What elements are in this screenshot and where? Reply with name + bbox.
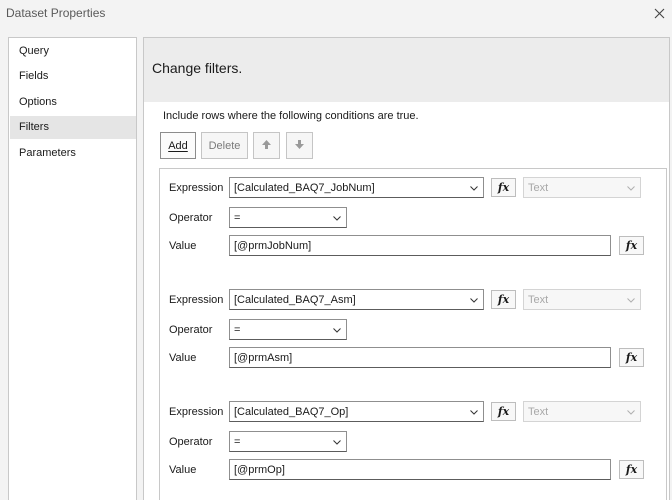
move-down-button[interactable] bbox=[286, 132, 313, 159]
title-bar: Dataset Properties bbox=[0, 0, 672, 28]
arrow-down-icon bbox=[294, 139, 305, 153]
sidebar-item-options[interactable]: Options bbox=[10, 91, 136, 114]
expression-fx-button[interactable]: fx bbox=[491, 402, 516, 421]
expression-label: Expression bbox=[169, 182, 224, 194]
operator-value: = bbox=[234, 323, 241, 336]
delete-button[interactable]: Delete bbox=[201, 132, 248, 159]
add-button[interactable]: Add bbox=[160, 132, 196, 159]
type-select[interactable]: Text bbox=[523, 289, 641, 310]
panel-header: Change filters. bbox=[144, 38, 669, 102]
value-fx-button[interactable]: fx bbox=[619, 460, 644, 479]
chevron-down-icon bbox=[626, 407, 636, 417]
sidebar-item-query[interactable]: Query bbox=[10, 40, 136, 63]
main-panel: Change filters. Include rows where the f… bbox=[143, 37, 670, 500]
sidebar: Query Fields Options Filters Parameters bbox=[8, 37, 137, 500]
value-fx-button[interactable]: fx bbox=[619, 348, 644, 367]
expression-fx-button[interactable]: fx bbox=[491, 290, 516, 309]
operator-value: = bbox=[234, 435, 241, 448]
operator-value: = bbox=[234, 211, 241, 224]
value-label: Value bbox=[169, 352, 197, 364]
expression-value: [Calculated_BAQ7_JobNum] bbox=[234, 181, 375, 194]
chevron-down-icon bbox=[332, 325, 342, 335]
sidebar-item-parameters[interactable]: Parameters bbox=[10, 142, 136, 165]
delete-button-label: Delete bbox=[208, 139, 241, 152]
move-up-button[interactable] bbox=[253, 132, 280, 159]
expression-value: [Calculated_BAQ7_Op] bbox=[234, 405, 349, 418]
value-input[interactable]: [@prmOp] bbox=[229, 459, 611, 480]
expression-select[interactable]: [Calculated_BAQ7_Op] bbox=[229, 401, 484, 422]
window-title: Dataset Properties bbox=[6, 6, 106, 20]
expression-label: Expression bbox=[169, 294, 224, 306]
chevron-down-icon bbox=[332, 437, 342, 447]
type-value: Text bbox=[528, 181, 549, 194]
add-button-label: Add bbox=[168, 139, 188, 152]
value-text: [@prmJobNum] bbox=[234, 239, 312, 252]
expression-label: Expression bbox=[169, 406, 224, 418]
value-label: Value bbox=[169, 240, 197, 252]
sidebar-item-fields[interactable]: Fields bbox=[10, 65, 136, 88]
type-select[interactable]: Text bbox=[523, 177, 641, 198]
value-text: [@prmAsm] bbox=[234, 351, 293, 364]
operator-label: Operator bbox=[169, 212, 213, 224]
chevron-down-icon bbox=[469, 295, 479, 305]
type-select[interactable]: Text bbox=[523, 401, 641, 422]
operator-label: Operator bbox=[169, 436, 213, 448]
type-value: Text bbox=[528, 293, 549, 306]
expression-select[interactable]: [Calculated_BAQ7_Asm] bbox=[229, 289, 484, 310]
operator-select[interactable]: = bbox=[229, 207, 347, 228]
operator-select[interactable]: = bbox=[229, 319, 347, 340]
value-input[interactable]: [@prmJobNum] bbox=[229, 235, 611, 256]
chevron-down-icon bbox=[469, 407, 479, 417]
expression-fx-button[interactable]: fx bbox=[491, 178, 516, 197]
chevron-down-icon bbox=[626, 295, 636, 305]
expression-value: [Calculated_BAQ7_Asm] bbox=[234, 293, 356, 306]
filter-list: Expression [Calculated_BAQ7_JobNum] fx T… bbox=[159, 168, 667, 500]
arrow-up-icon bbox=[261, 139, 272, 153]
filter-hint: Include rows where the following conditi… bbox=[163, 110, 419, 122]
chevron-down-icon bbox=[469, 183, 479, 193]
value-fx-button[interactable]: fx bbox=[619, 236, 644, 255]
expression-select[interactable]: [Calculated_BAQ7_JobNum] bbox=[229, 177, 484, 198]
sidebar-item-filters[interactable]: Filters bbox=[10, 116, 136, 139]
value-text: [@prmOp] bbox=[234, 463, 285, 476]
close-icon[interactable] bbox=[650, 4, 668, 22]
value-input[interactable]: [@prmAsm] bbox=[229, 347, 611, 368]
chevron-down-icon bbox=[626, 183, 636, 193]
chevron-down-icon bbox=[332, 213, 342, 223]
operator-label: Operator bbox=[169, 324, 213, 336]
operator-select[interactable]: = bbox=[229, 431, 347, 452]
page-title: Change filters. bbox=[152, 60, 243, 76]
type-value: Text bbox=[528, 405, 549, 418]
value-label: Value bbox=[169, 464, 197, 476]
